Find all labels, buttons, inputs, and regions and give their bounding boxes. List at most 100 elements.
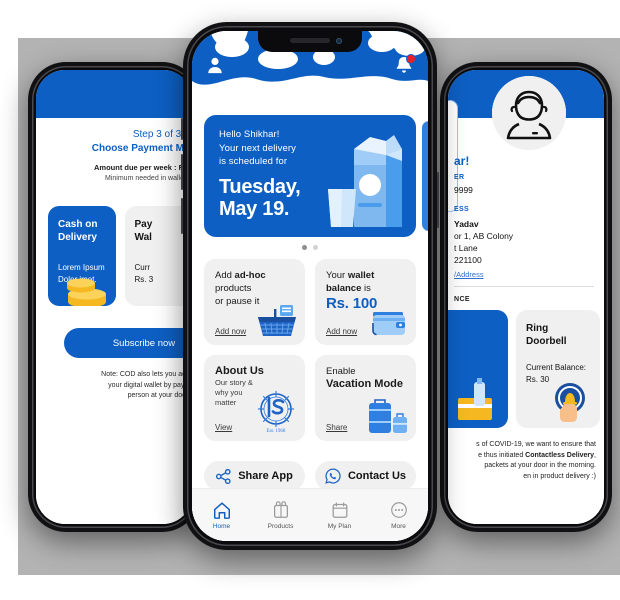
ring-doorbell-card[interactable]: Ring Doorbell Current Balance: Rs. 30 (516, 310, 600, 428)
right-divider (454, 286, 594, 287)
share-app-label: Share App (238, 470, 293, 482)
device-notch (258, 31, 362, 52)
tab-home[interactable]: Home (192, 500, 251, 530)
phone-screen-right: ar! ER 9999 ESS Yadav or 1, AB Colony t … (448, 70, 604, 524)
earpiece-speaker (290, 38, 330, 43)
action-pill-row: Share App Contact Us (204, 461, 416, 491)
products-bag-icon (273, 501, 288, 518)
right-address-line-3: t Lane (454, 243, 478, 253)
tab-products-label: Products (267, 523, 294, 530)
phone-screen-center: Hello Shikhar! Your next delivery is sch… (192, 31, 428, 541)
app-content: Hello Shikhar! Your next delivery is sch… (192, 95, 428, 541)
right-address-label: ESS (454, 206, 469, 213)
whatsapp-icon (325, 468, 341, 484)
right-number-value: 9999 (454, 185, 473, 195)
header-icon-row (192, 53, 428, 77)
doorbell-title: Ring Doorbell (526, 323, 567, 347)
right-address-line-1: Yadav (454, 219, 479, 229)
more-dots-icon (390, 502, 407, 518)
share-app-button[interactable]: Share App (204, 461, 305, 491)
hero-date-line-1: Tuesday, (219, 175, 301, 198)
svg-text:Est. 1968: Est. 1968 (267, 429, 286, 434)
phone-mockup-left: Step 3 of 3: Choose Payment M Amount due… (28, 62, 200, 532)
wallet-card-text: Your wallet balance is Rs. 100 (326, 269, 408, 313)
calendar-icon (332, 502, 347, 518)
bottom-tab-bar: Home Products My Plan More (192, 488, 428, 541)
phone-screen-left: Step 3 of 3: Choose Payment M Amount due… (36, 70, 192, 524)
vacation-share-link[interactable]: Share (326, 423, 347, 432)
user-avatar-icon[interactable] (206, 56, 224, 74)
left-step-title: Choose Payment M (91, 143, 184, 154)
mute-switch[interactable] (181, 118, 183, 140)
carousel-dot-1[interactable] (302, 245, 307, 250)
vacation-mode-card[interactable]: Enable Vacation Mode Share (315, 355, 416, 441)
contact-us-label: Contact Us (347, 470, 407, 482)
left-minimum-note: Minimum needed in walle (105, 175, 184, 182)
payment-option-title: Pay Wal (134, 219, 153, 243)
wallet-balance-card[interactable]: Your wallet balance is Rs. 100 Add now (315, 259, 416, 345)
home-icon (213, 502, 230, 519)
right-address-line-2: or 1, AB Colony (454, 231, 514, 241)
right-section-label: NCE (454, 296, 470, 303)
profile-avatar (492, 76, 566, 150)
company-monogram-logo-icon: Est. 1968 (257, 390, 295, 434)
hero-text-block: Hello Shikhar! Your next delivery is sch… (219, 128, 301, 220)
hero-greeting: Hello Shikhar! (219, 129, 280, 140)
feature-card-grid: Add ad-hocproductsor pause it Add now (204, 259, 416, 441)
doorbell-press-icon (555, 383, 585, 422)
phone-mockup-center: Hello Shikhar! Your next delivery is sch… (181, 22, 439, 550)
coin-stack-icon (66, 278, 106, 306)
hero-date-line-2: May 19. (219, 197, 290, 220)
front-camera (336, 38, 342, 44)
left-step-label: Step 3 of 3: (132, 129, 184, 140)
left-payment-options: Cash onDelivery Lorem IpsumDoler imet. (48, 206, 192, 306)
right-card-blue[interactable] (448, 310, 508, 428)
payment-option-title: Cash on Delivery (58, 219, 98, 243)
right-number-label: ER (454, 174, 465, 181)
hero-line-2: Your next delivery (219, 142, 296, 154)
right-covid-note: s of COVID-19, we want to ensure that e … (476, 441, 596, 480)
vacation-card-text: Enable Vacation Mode (326, 366, 404, 390)
bottle-crate-icon (458, 378, 492, 420)
tab-products[interactable]: Products (251, 500, 310, 530)
left-step-block: Step 3 of 3: Choose Payment M (36, 128, 184, 156)
share-nodes-icon (216, 468, 231, 484)
power-button[interactable] (437, 172, 439, 228)
shopping-basket-icon (258, 305, 296, 336)
tab-more-label: More (391, 523, 406, 530)
payment-option-cod[interactable]: Cash onDelivery Lorem IpsumDoler imet. (48, 206, 116, 306)
milk-carton-and-glass-icon (328, 135, 402, 227)
hero-line-3: is scheduled for (219, 156, 288, 167)
adhoc-add-now-link[interactable]: Add now (215, 327, 246, 336)
contact-us-button[interactable]: Contact Us (315, 461, 416, 491)
luggage-icon (369, 399, 407, 433)
left-footnote: Note: COD also lets you ad your digital w… (101, 371, 186, 399)
edit-address-link[interactable]: /Address (454, 270, 484, 279)
volume-down-button[interactable] (181, 198, 183, 234)
notification-bell[interactable] (394, 54, 416, 75)
volume-up-button[interactable] (181, 154, 183, 190)
phone-mockup-right: ar! ER 9999 ESS Yadav or 1, AB Colony t … (440, 62, 612, 532)
tab-my-plan-label: My Plan (327, 523, 352, 530)
about-title: About Us (215, 365, 264, 377)
carousel-dot-2[interactable] (313, 245, 318, 250)
right-address-line-4: 221100 (454, 255, 482, 265)
user-portrait-icon (492, 76, 566, 150)
subscribe-now-button[interactable]: Subscribe now (64, 328, 192, 358)
profile-screen: ar! ER 9999 ESS Yadav or 1, AB Colony t … (448, 70, 604, 524)
tab-my-plan[interactable]: My Plan (310, 500, 369, 530)
about-view-link[interactable]: View (215, 423, 232, 432)
tab-more[interactable]: More (369, 500, 428, 530)
delivery-hero-card[interactable]: Hello Shikhar! Your next delivery is sch… (204, 115, 416, 237)
tab-home-label: Home (212, 523, 231, 530)
carousel-dots (192, 245, 428, 250)
payment-option-desc: Curr Rs. 3 (134, 263, 154, 284)
wallet-add-now-link[interactable]: Add now (326, 327, 357, 336)
adhoc-products-card[interactable]: Add ad-hoc products or pause it Add now (204, 259, 305, 345)
payment-method-screen: Step 3 of 3: Choose Payment M Amount due… (36, 70, 192, 524)
hero-next-slide-peek[interactable] (422, 121, 428, 231)
left-amount-due: Amount due per week : R (93, 163, 184, 172)
about-us-card[interactable]: About Us Our story &why youmatter View (204, 355, 305, 441)
notification-dot (406, 54, 416, 64)
wallet-icon (372, 312, 405, 336)
